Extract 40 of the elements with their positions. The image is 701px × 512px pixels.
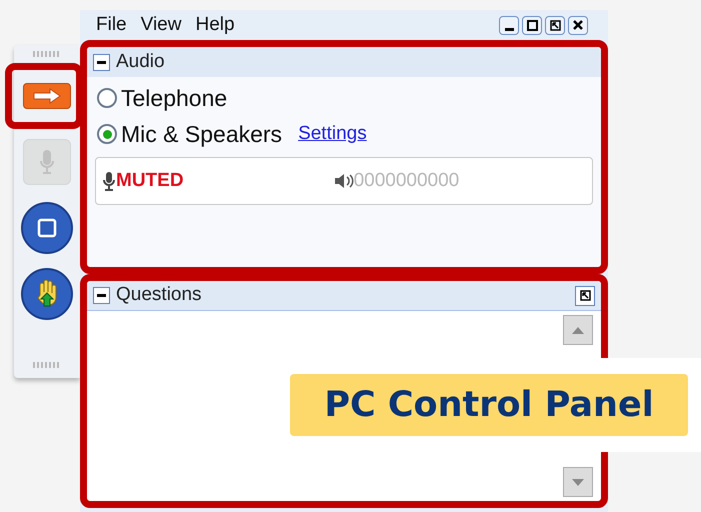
speaker-level-meter: 0000000000 xyxy=(354,168,460,193)
grip-handle[interactable] xyxy=(33,51,61,57)
maximize-button[interactable] xyxy=(522,16,542,34)
close-button[interactable] xyxy=(568,16,588,34)
screen-button[interactable] xyxy=(21,202,73,254)
popout-icon xyxy=(580,290,590,301)
menu-item[interactable]: File xyxy=(96,10,127,40)
show-hide-button[interactable] xyxy=(23,83,71,109)
menu-item[interactable]: View xyxy=(140,10,182,40)
panel-title: Audio xyxy=(116,50,165,74)
scroll-up-button[interactable] xyxy=(563,315,593,345)
scroll-down-button[interactable] xyxy=(563,467,593,497)
microphone-icon xyxy=(102,171,116,191)
radio-option[interactable]: Mic & Speakers xyxy=(97,116,282,152)
raise-hand-button[interactable] xyxy=(21,268,73,320)
popout-button[interactable] xyxy=(545,16,565,34)
popout-button[interactable] xyxy=(575,286,595,306)
down-triangle-icon xyxy=(572,478,584,486)
callout-label: PC Control Panel xyxy=(290,374,688,436)
muted-status: MUTED xyxy=(116,168,184,193)
microphone-icon xyxy=(39,149,55,175)
menu-item[interactable]: Help xyxy=(195,10,235,40)
maximize-icon xyxy=(526,20,538,30)
minus-icon xyxy=(97,60,106,64)
radio-button[interactable] xyxy=(97,88,117,108)
minimize-icon xyxy=(504,28,514,30)
minimize-button[interactable] xyxy=(499,16,519,34)
settings-link[interactable]: Settings xyxy=(298,120,367,148)
popout-icon xyxy=(550,20,560,30)
collapse-button[interactable] xyxy=(93,287,110,304)
minus-icon xyxy=(97,294,106,297)
radio-button[interactable] xyxy=(97,124,117,144)
square-icon xyxy=(37,218,57,238)
collapse-button[interactable] xyxy=(93,54,110,70)
up-triangle-icon xyxy=(572,326,584,334)
speaker-icon xyxy=(334,172,354,190)
close-icon xyxy=(573,20,583,30)
grip-handle[interactable] xyxy=(33,362,61,368)
radio-option[interactable]: Telephone xyxy=(97,80,228,116)
panel-title: Questions xyxy=(116,283,202,308)
